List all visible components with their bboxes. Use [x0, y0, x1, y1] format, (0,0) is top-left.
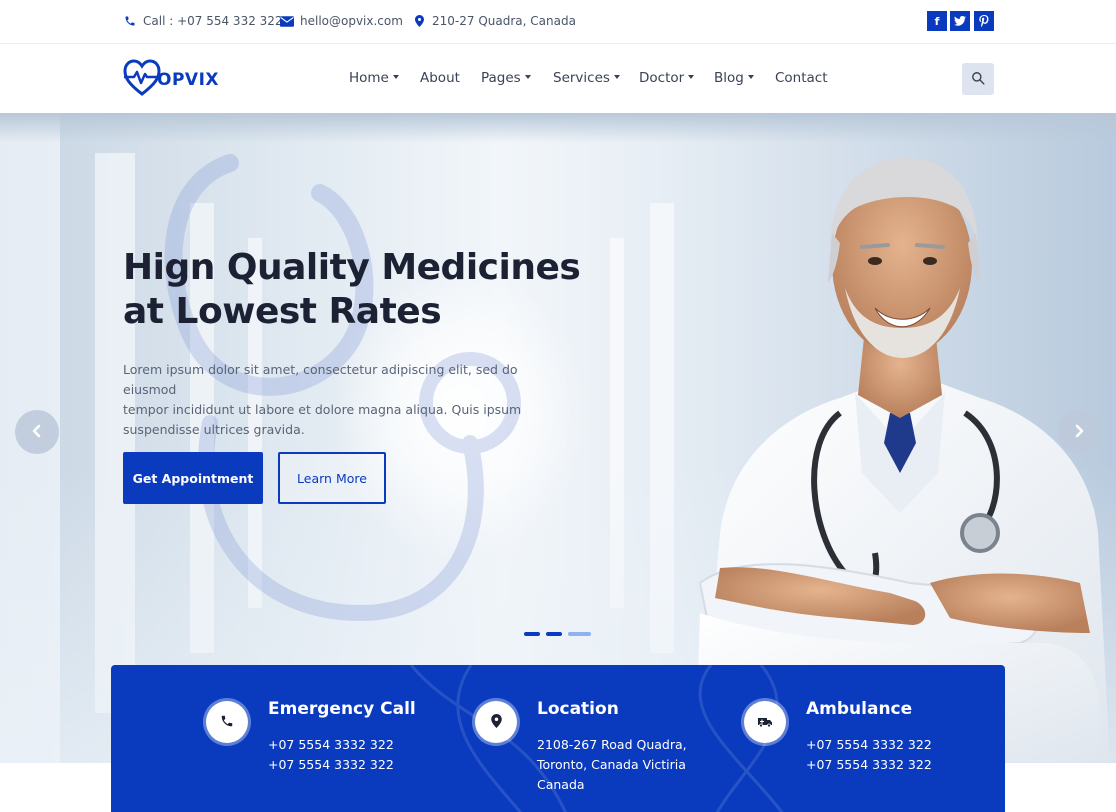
pinterest-icon[interactable] [974, 11, 994, 31]
ambulance-icon [757, 713, 773, 732]
feature-emergency-line1: +07 5554 3332 322 [268, 737, 394, 752]
nav-pages[interactable]: Pages [481, 70, 531, 86]
feature-location-line2: Toronto, Canada Victiria [537, 757, 686, 772]
feature-ambulance-text: +07 5554 3332 322 +07 5554 3332 322 [806, 735, 932, 775]
nav-doctor-label: Doctor [639, 70, 685, 86]
feature-location-icon-circle [475, 701, 517, 743]
chevron-right-icon [1073, 424, 1085, 441]
site-logo[interactable]: OPVIX [123, 58, 219, 102]
chevron-down-icon [524, 75, 531, 79]
nav-home-label: Home [349, 70, 389, 86]
feature-emergency-title: Emergency Call [268, 699, 416, 719]
location-pin-icon [490, 713, 502, 732]
chevron-down-icon [747, 75, 754, 79]
hero-title: Hign Quality Medicines at Lowest Rates [123, 246, 593, 334]
phone-icon [220, 713, 234, 732]
feature-location-line3: Canada [537, 777, 585, 792]
main-navbar: OPVIX Home About Pages Services Doctor B… [0, 44, 1116, 113]
twitter-icon[interactable] [950, 11, 970, 31]
hero-description: Lorem ipsum dolor sit amet, consectetur … [123, 360, 563, 440]
nav-about[interactable]: About [420, 70, 460, 86]
top-bar: Call : +07 554 332 322 hello@opvix.com 2… [0, 0, 1116, 44]
nav-services-label: Services [553, 70, 610, 86]
nav-about-label: About [420, 70, 460, 86]
logo-text: OPVIX [157, 70, 219, 90]
heart-pulse-logo-icon [123, 58, 161, 102]
topbar-address-text: 210-27 Quadra, Canada [432, 14, 576, 28]
chevron-down-icon [613, 75, 620, 79]
get-appointment-button[interactable]: Get Appointment [123, 452, 263, 504]
feature-location-line1: 2108-267 Road Quadra, [537, 737, 687, 752]
slider-pagination [524, 632, 591, 636]
nav-blog[interactable]: Blog [714, 70, 754, 86]
topbar-address: 210-27 Quadra, Canada [412, 14, 576, 28]
feature-emergency-icon-circle [206, 701, 248, 743]
chevron-down-icon [688, 75, 695, 79]
chevron-left-icon [31, 424, 43, 441]
search-icon [971, 71, 985, 88]
feature-ambulance-line2: +07 5554 3332 322 [806, 757, 932, 772]
contact-features-band: Emergency Call +07 5554 3332 322 +07 555… [111, 665, 1005, 812]
feature-location-text: 2108-267 Road Quadra, Toronto, Canada Vi… [537, 735, 687, 795]
topbar-phone[interactable]: Call : +07 554 332 322 [123, 14, 283, 28]
chevron-down-icon [392, 75, 399, 79]
hero-title-line1: Hign Quality Medicines [123, 247, 581, 288]
hero-description-line2: tempor incididunt ut labore et dolore ma… [123, 402, 522, 417]
slider-next-button[interactable] [1057, 410, 1101, 454]
envelope-icon [280, 14, 294, 28]
feature-ambulance-icon-circle [744, 701, 786, 743]
nav-pages-label: Pages [481, 70, 521, 86]
nav-contact-label: Contact [775, 70, 828, 86]
feature-location-title: Location [537, 699, 619, 719]
feature-emergency-line2: +07 5554 3332 322 [268, 757, 394, 772]
slider-prev-button[interactable] [15, 410, 59, 454]
facebook-icon[interactable]: f [927, 11, 947, 31]
learn-more-button[interactable]: Learn More [278, 452, 386, 504]
topbar-phone-text: Call : +07 554 332 322 [143, 14, 283, 28]
nav-home[interactable]: Home [349, 70, 399, 86]
map-pin-icon [412, 14, 426, 28]
nav-blog-label: Blog [714, 70, 744, 86]
hero-description-line3: suspendisse ultrices gravida. [123, 422, 305, 437]
feature-ambulance-title: Ambulance [806, 699, 913, 719]
nav-doctor[interactable]: Doctor [639, 70, 695, 86]
topbar-email[interactable]: hello@opvix.com [280, 14, 403, 28]
hero-title-line2: at Lowest Rates [123, 291, 442, 332]
hero-description-line1: Lorem ipsum dolor sit amet, consectetur … [123, 362, 518, 397]
feature-emergency-text: +07 5554 3332 322 +07 5554 3332 322 [268, 735, 394, 775]
search-button[interactable] [962, 63, 994, 95]
nav-contact[interactable]: Contact [775, 70, 828, 86]
phone-icon [123, 14, 137, 28]
nav-services[interactable]: Services [553, 70, 620, 86]
slider-dot-1[interactable] [524, 632, 540, 636]
feature-ambulance-line1: +07 5554 3332 322 [806, 737, 932, 752]
slider-dot-3[interactable] [568, 632, 591, 636]
topbar-email-text: hello@opvix.com [300, 14, 403, 28]
slider-dot-2[interactable] [546, 632, 562, 636]
